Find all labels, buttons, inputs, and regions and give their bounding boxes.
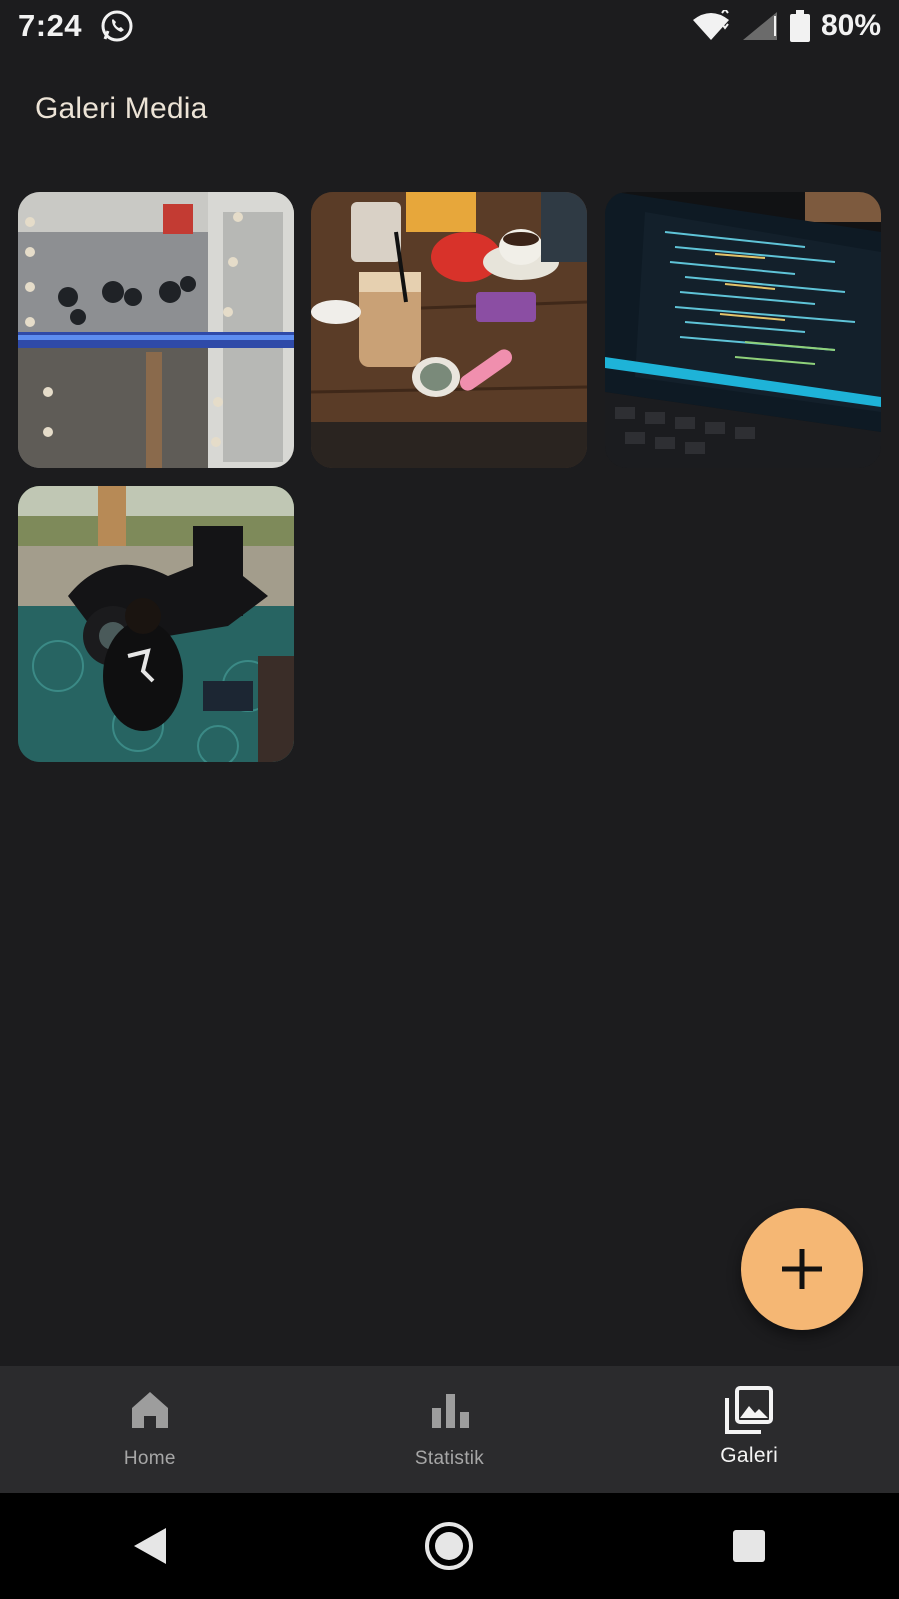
back-icon: [133, 1528, 166, 1564]
system-home-button[interactable]: [419, 1516, 479, 1576]
status-time: 7:24: [18, 8, 83, 43]
gallery-item-photo-laptop-code-editor[interactable]: [605, 192, 881, 468]
system-back-button[interactable]: [120, 1516, 180, 1576]
battery-percentage: 80%: [820, 9, 881, 42]
nav-item-galeri[interactable]: Galeri: [599, 1366, 899, 1493]
system-navigation-bar: [0, 1493, 899, 1599]
recents-icon: [733, 1530, 766, 1562]
status-bar: 7:24 80%: [0, 0, 899, 52]
nav-item-statistik[interactable]: Statistik: [300, 1366, 600, 1493]
plus-icon: [782, 1249, 822, 1289]
nav-label-galeri: Galeri: [720, 1444, 779, 1467]
battery-icon: [789, 10, 810, 42]
bar-chart-icon: [431, 1394, 469, 1428]
add-media-button[interactable]: [741, 1208, 863, 1330]
bottom-navigation: Home Statistik Galeri: [0, 1366, 899, 1493]
nav-label-statistik: Statistik: [414, 1448, 485, 1469]
home-icon: [131, 1392, 168, 1428]
signal-icon: [742, 12, 777, 40]
gallery-item-photo-balcony-motorcycles[interactable]: [18, 192, 294, 468]
gallery-item-photo-cafe-table-drinks[interactable]: [311, 192, 587, 468]
nav-label-home: Home: [123, 1448, 176, 1469]
home-circle-icon: [425, 1522, 474, 1570]
whatsapp-icon: [101, 10, 133, 42]
wifi-icon: [692, 10, 729, 40]
nav-item-home[interactable]: Home: [0, 1366, 300, 1493]
gallery-item-photo-motorcycle-repair[interactable]: [18, 486, 294, 762]
system-recents-button[interactable]: [719, 1516, 779, 1576]
page-title: Galeri Media: [35, 92, 208, 125]
photo-library-icon: [725, 1386, 774, 1434]
